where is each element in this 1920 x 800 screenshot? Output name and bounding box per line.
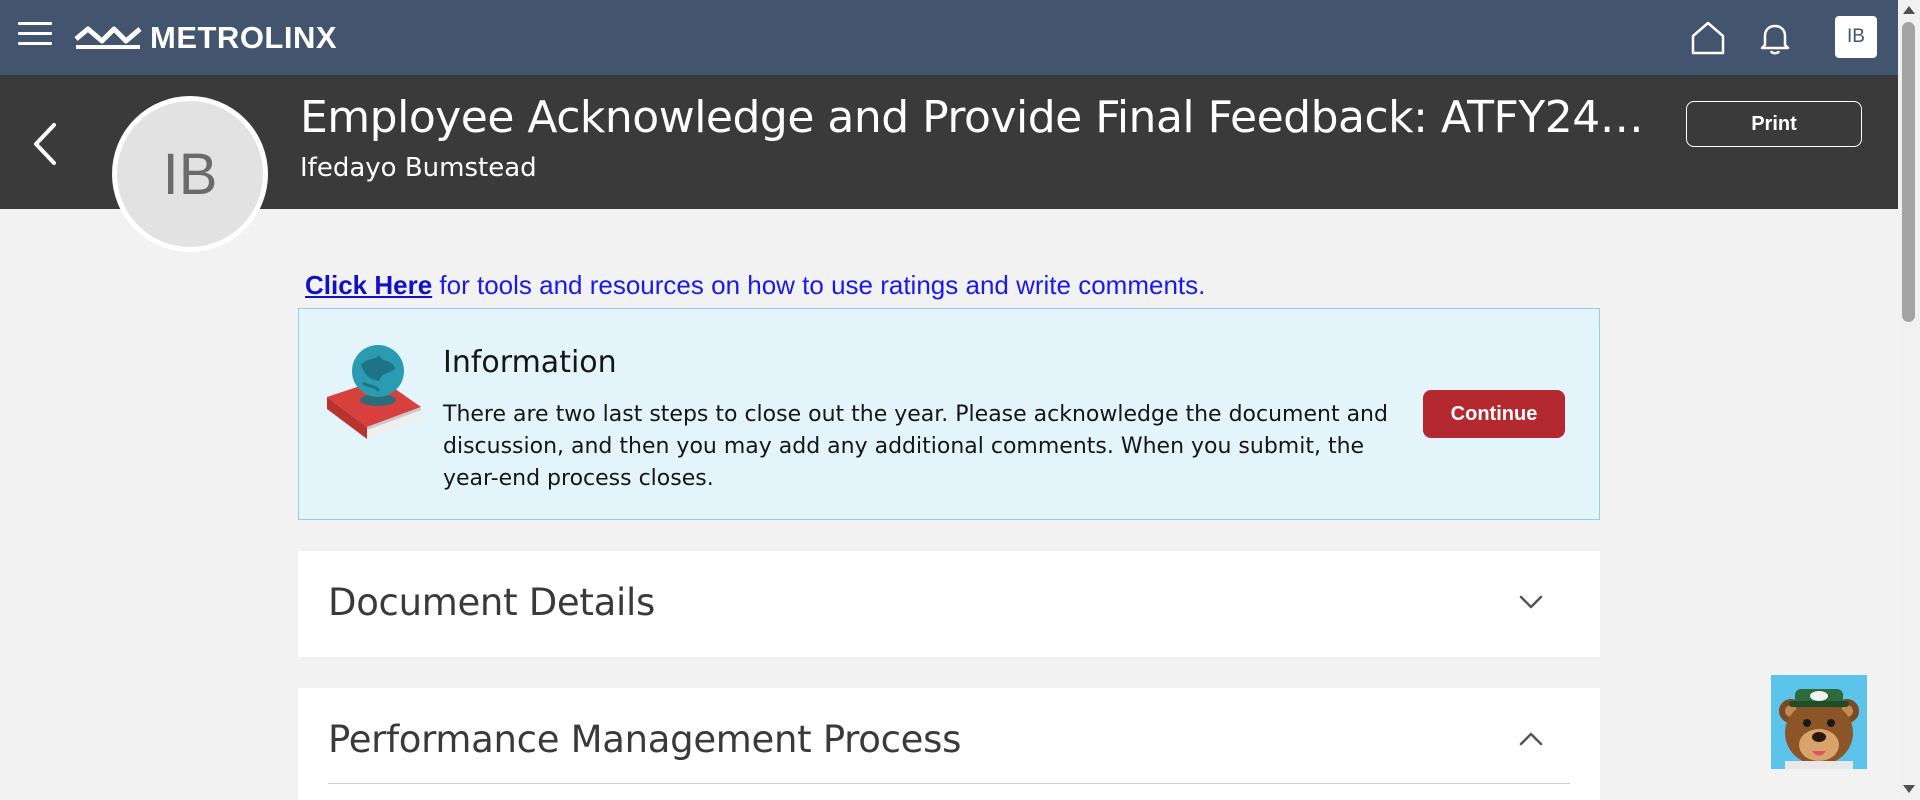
home-icon[interactable] <box>1688 18 1728 58</box>
help-text: for tools and resources on how to use ra… <box>432 270 1206 300</box>
chevron-left-icon[interactable] <box>26 117 62 171</box>
chevron-up-icon[interactable] <box>1516 724 1546 754</box>
info-title: Information <box>443 345 617 380</box>
top-navigation-bar: METROLINX IB <box>0 0 1898 75</box>
metrolinx-logo[interactable]: METROLINX <box>74 20 337 56</box>
divider <box>328 783 1570 784</box>
scroll-down-arrow-icon[interactable] <box>1903 785 1915 793</box>
click-here-link[interactable]: Click Here <box>305 270 432 300</box>
metrolinx-wave-icon <box>74 26 142 49</box>
print-button[interactable]: Print <box>1686 101 1862 147</box>
brand-name: METROLINX <box>150 20 338 55</box>
document-details-section: Document Details <box>298 551 1600 657</box>
user-menu-avatar[interactable]: IB <box>1835 16 1877 58</box>
page-header: Employee Acknowledge and Provide Final F… <box>0 75 1898 209</box>
help-resources-line: Click Here for tools and resources on ho… <box>305 270 1205 301</box>
hamburger-menu-icon[interactable] <box>18 22 52 52</box>
performance-management-process-section: Performance Management Process <box>298 688 1600 800</box>
chevron-down-icon[interactable] <box>1516 587 1546 617</box>
globe-on-book-icon <box>323 335 425 445</box>
vertical-scrollbar[interactable] <box>1898 0 1920 800</box>
section-title[interactable]: Document Details <box>328 581 655 624</box>
section-title[interactable]: Performance Management Process <box>328 718 961 761</box>
avatar: IB <box>112 96 268 252</box>
info-message: There are two last steps to close out th… <box>443 402 1388 491</box>
employee-name: Ifedayo Bumstead <box>300 153 537 183</box>
page-title: Employee Acknowledge and Provide Final F… <box>300 92 1650 143</box>
continue-button[interactable]: Continue <box>1423 390 1565 438</box>
information-banner: Information There are two last steps to … <box>298 308 1600 520</box>
bear-mascot-icon[interactable] <box>1771 675 1867 769</box>
scroll-up-arrow-icon[interactable] <box>1903 6 1915 14</box>
scrollbar-thumb[interactable] <box>1902 22 1915 322</box>
bell-icon[interactable] <box>1755 18 1795 58</box>
